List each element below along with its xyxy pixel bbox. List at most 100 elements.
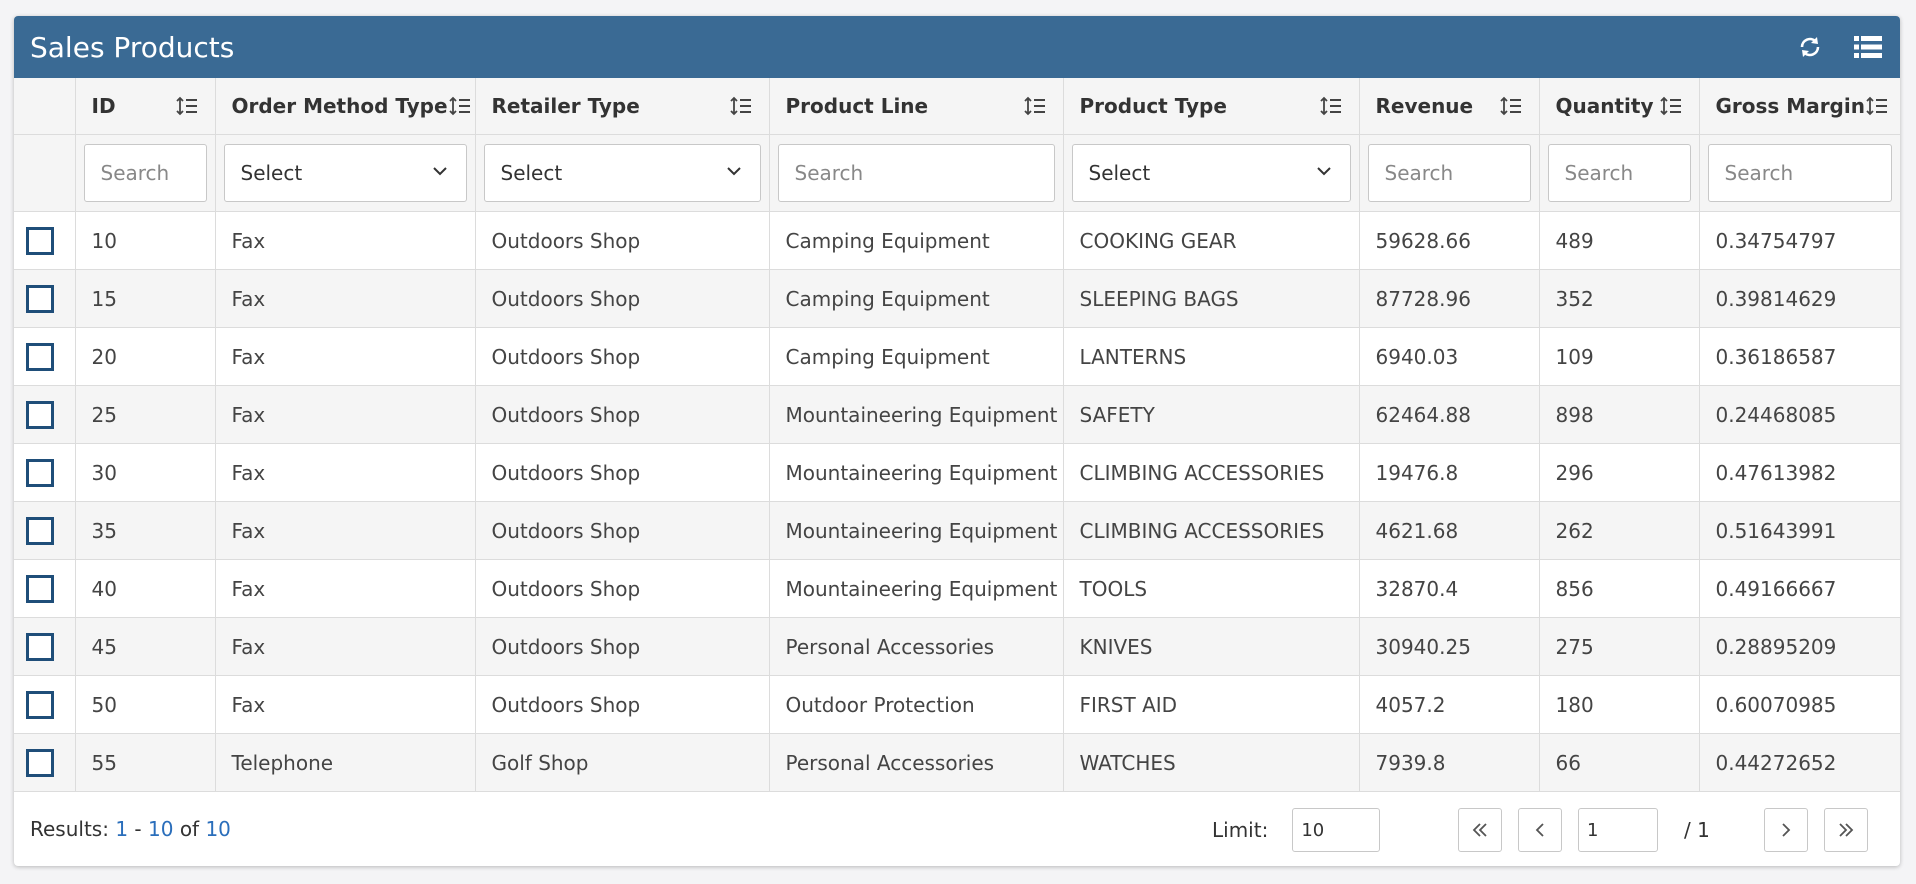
table-cell: 262 [1539, 501, 1700, 560]
table-row[interactable]: 35 Fax Outdoors Shop Mountaineering Equipme… [14, 501, 1900, 560]
table-cell: 32870.4 [1359, 559, 1540, 618]
table-cell: Outdoors Shop [475, 443, 770, 502]
table-cell: Camping Equipment [769, 327, 1064, 386]
table-cell: 45 [75, 617, 216, 676]
column-header: Revenue [1359, 78, 1540, 135]
sort-icon[interactable] [1023, 94, 1047, 118]
filter-select[interactable]: Select [1071, 144, 1351, 202]
sort-icon[interactable] [448, 94, 472, 118]
sort-icon[interactable] [1659, 94, 1683, 118]
table-cell: Outdoors Shop [475, 385, 770, 444]
sort-icon[interactable] [1865, 94, 1889, 118]
filter-select[interactable]: Select [483, 144, 761, 202]
row-select-cell [14, 559, 76, 618]
table-cell: COOKING GEAR [1063, 211, 1360, 270]
table-cell: 0.34754797 [1699, 211, 1900, 270]
column-filter-cell: Select [475, 134, 770, 212]
table-cell: 6940.03 [1359, 327, 1540, 386]
previous-page-button[interactable] [1518, 808, 1562, 852]
limit-input[interactable] [1292, 808, 1381, 852]
table-cell: Outdoors Shop [475, 675, 770, 734]
results-summary: Results: 1 - 10 of 10 [30, 817, 231, 841]
column-header: Quantity [1539, 78, 1700, 135]
row-checkbox[interactable] [26, 632, 54, 661]
table-row[interactable]: 45 Fax Outdoors Shop Personal Accessories KN… [14, 617, 1900, 676]
table-cell: 0.28895209 [1699, 617, 1900, 676]
table-row[interactable]: 50 Fax Outdoors Shop Outdoor Protection FIRS… [14, 675, 1900, 734]
filter-select[interactable]: Select [223, 144, 467, 202]
chevron-right-icon [1782, 823, 1791, 837]
column-header-cell: Revenue [1376, 94, 1523, 118]
table-row[interactable]: 15 Fax Outdoors Shop Camping Equipment SLEEP… [14, 269, 1900, 328]
table-cell: 0.39814629 [1699, 269, 1900, 328]
panel-title: Sales Products [30, 30, 235, 64]
next-page-button[interactable] [1764, 808, 1808, 852]
row-checkbox[interactable] [26, 342, 54, 371]
row-checkbox[interactable] [26, 226, 54, 255]
column-header-label: Gross Margin [1715, 94, 1865, 118]
results-label: Results: [30, 817, 109, 841]
table-cell: Fax [215, 501, 476, 560]
limit-control: Limit: [1212, 808, 1381, 852]
column-header-row: ID Order Method Type Retailer Type Product … [14, 78, 1900, 135]
sort-icon[interactable] [1319, 94, 1343, 118]
filter-search-input[interactable] [1547, 144, 1691, 202]
first-page-button[interactable] [1458, 808, 1502, 852]
table-cell: 66 [1539, 733, 1700, 792]
table-cell: 59628.66 [1359, 211, 1540, 270]
table-cell: Outdoors Shop [475, 501, 770, 560]
column-header-label: Quantity [1555, 94, 1654, 118]
table-cell: 35 [75, 501, 216, 560]
column-filter-cell [1359, 134, 1540, 212]
table-row[interactable]: 30 Fax Outdoors Shop Mountaineering Equipme… [14, 443, 1900, 502]
table-cell: Telephone [215, 733, 476, 792]
row-select-cell [14, 443, 76, 502]
filter-search-input[interactable] [777, 144, 1055, 202]
table-cell: 30940.25 [1359, 617, 1540, 676]
column-header-cell: Product Line [786, 94, 1047, 118]
table-row[interactable]: 25 Fax Outdoors Shop Mountaineering Equipme… [14, 385, 1900, 444]
range-end: 10 [148, 817, 174, 841]
filter-search-input[interactable] [1707, 144, 1892, 202]
table-cell: WATCHES [1063, 733, 1360, 792]
row-checkbox[interactable] [26, 690, 54, 719]
row-checkbox[interactable] [26, 458, 54, 487]
refresh-button[interactable] [1794, 31, 1826, 63]
table-cell: FIRST AID [1063, 675, 1360, 734]
row-checkbox[interactable] [26, 516, 54, 545]
column-header-cell: ID [92, 94, 199, 118]
column-settings-button[interactable] [1852, 31, 1884, 63]
table-cell: Outdoors Shop [475, 559, 770, 618]
double-chevron-right-icon [1839, 823, 1854, 837]
filter-row: Select Select Select [14, 134, 1900, 212]
chevron-left-icon [1535, 823, 1544, 837]
sort-icon[interactable] [175, 94, 199, 118]
page-number-input[interactable] [1578, 808, 1658, 852]
row-checkbox[interactable] [26, 284, 54, 313]
filter-select-value: Select [240, 161, 303, 185]
column-header: Product Type [1063, 78, 1360, 135]
row-checkbox[interactable] [26, 400, 54, 429]
filter-search-input[interactable] [1367, 144, 1531, 202]
table-cell: KNIVES [1063, 617, 1360, 676]
of-label: of [179, 817, 200, 841]
table-row[interactable]: 20 Fax Outdoors Shop Camping Equipment LANTE… [14, 327, 1900, 386]
sort-icon[interactable] [729, 94, 753, 118]
table-cell: Outdoor Protection [769, 675, 1064, 734]
chevron-down-icon [1314, 161, 1334, 186]
row-select-cell [14, 269, 76, 328]
table-cell: Fax [215, 675, 476, 734]
table-cell: Fax [215, 327, 476, 386]
column-filter-cell [769, 134, 1064, 212]
table-row[interactable]: 10 Fax Outdoors Shop Camping Equipment COOKI… [14, 211, 1900, 270]
row-checkbox[interactable] [26, 748, 54, 777]
table-cell: Camping Equipment [769, 211, 1064, 270]
row-checkbox[interactable] [26, 574, 54, 603]
sort-icon[interactable] [1499, 94, 1523, 118]
table-body: 10 Fax Outdoors Shop Camping Equipment COOKI… [14, 211, 1900, 792]
last-page-button[interactable] [1824, 808, 1868, 852]
filter-search-input[interactable] [83, 144, 207, 202]
table-row[interactable]: 55 Telephone Golf Shop Personal Accessories… [14, 733, 1900, 792]
table-row[interactable]: 40 Fax Outdoors Shop Mountaineering Equipme… [14, 559, 1900, 618]
column-header-label: Revenue [1375, 94, 1474, 118]
